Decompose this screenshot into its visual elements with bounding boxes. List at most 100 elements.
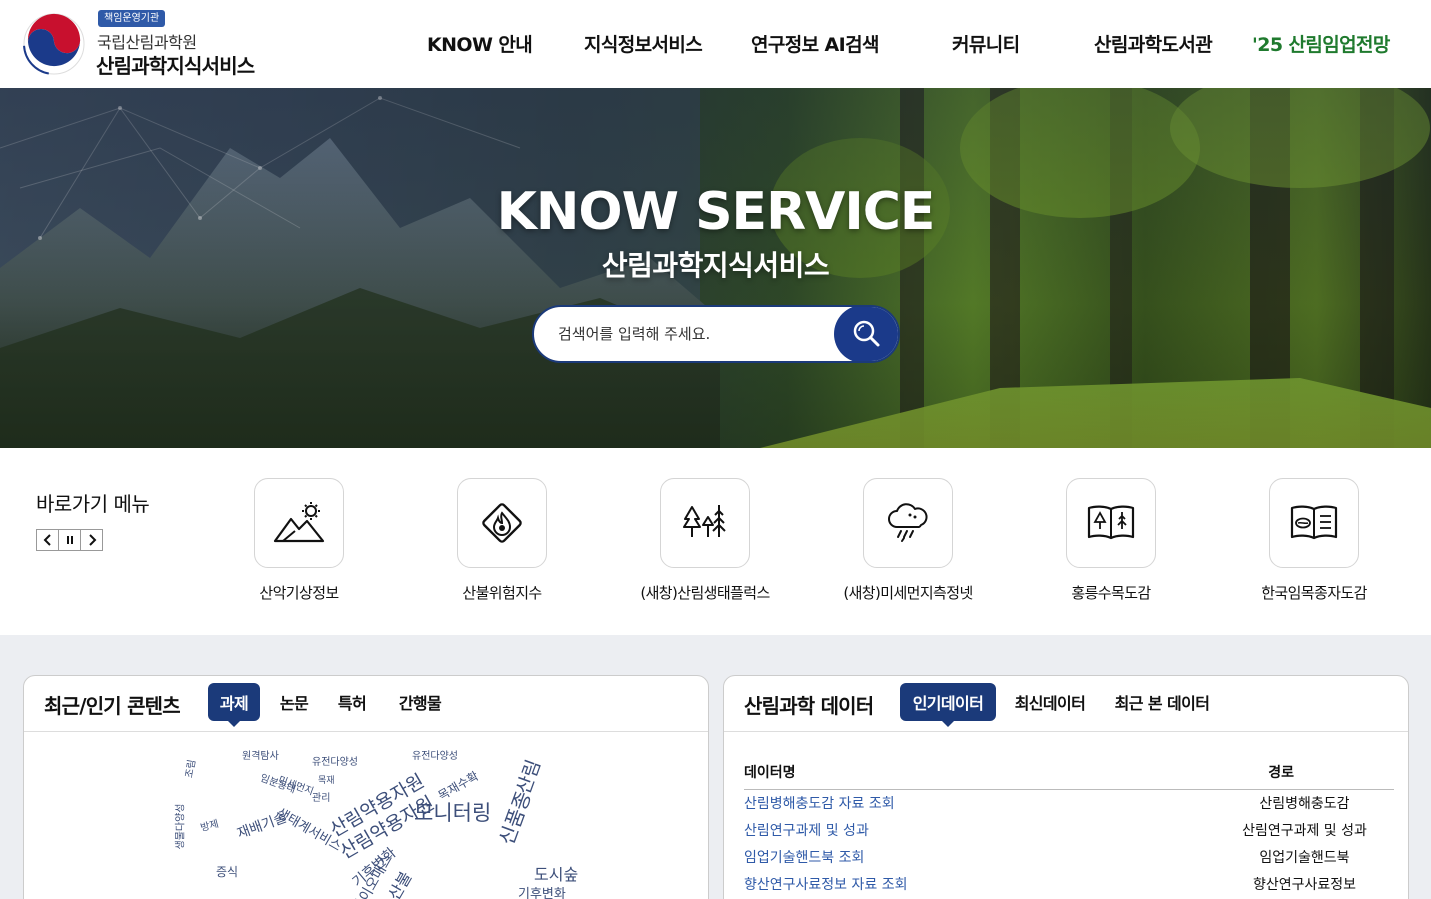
cloud-word[interactable]: 도시숲 — [534, 861, 578, 885]
tree-book-icon — [1087, 505, 1135, 540]
tab-latest-data[interactable]: 최신데이터 — [1010, 683, 1090, 721]
quick-item-label[interactable]: (새창)산림생태플럭스 — [625, 582, 785, 603]
nav-link[interactable]: 연구정보 AI검색 — [751, 30, 879, 57]
cloud-word[interactable]: 관리 — [312, 789, 330, 804]
search-icon — [853, 320, 880, 347]
cloud-word[interactable]: 원격탐사 — [242, 747, 279, 762]
table-row: 향산연구사료정보 자료 조회 향산연구사료정보 — [744, 871, 1394, 898]
table-row: 임업기술핸드북 조회 임업기술핸드북 — [744, 844, 1394, 871]
quick-item-mountain-weather[interactable]: 산악기상정보 — [219, 478, 379, 603]
quick-item-icon-box[interactable] — [457, 478, 547, 568]
search-button[interactable] — [834, 307, 898, 361]
quick-item-label[interactable]: 산악기상정보 — [219, 582, 379, 603]
panel-header: 산림과학 데이터 인기데이터 최신데이터 최근 본 데이터 — [724, 676, 1408, 732]
quick-item-label[interactable]: 산불위험지수 — [422, 582, 582, 603]
tab-paper[interactable]: 논문 — [272, 683, 316, 721]
tab-project[interactable]: 과제 — [208, 683, 260, 727]
column-header-name: 데이터명 — [744, 765, 796, 781]
panel-header: 최근/인기 콘텐츠 과제 논문 특허 간행물 — [24, 676, 708, 732]
quick-item-forest-flux[interactable]: (새창)산림생태플럭스 — [625, 478, 785, 603]
pause-button[interactable] — [58, 529, 81, 551]
cloud-word[interactable]: 모니터링 — [414, 797, 491, 827]
cloud-word[interactable]: 유전다양성 — [412, 747, 458, 762]
cloud-word[interactable]: 신품종 — [491, 787, 537, 849]
quick-menu-controls — [36, 529, 103, 551]
data-name-link[interactable]: 향산연구사료정보 자료 조회 — [744, 874, 907, 894]
data-table-header: 데이터명 경로 — [744, 762, 1394, 790]
data-path: 향산연구사료정보 — [1252, 877, 1357, 893]
logo-badge: 책임운영기관 — [98, 10, 166, 27]
table-row: 산림병해충도감 자료 조회 산림병해충도감 — [744, 790, 1394, 817]
cloud-word[interactable]: 증식 — [216, 863, 238, 880]
mountain-sun-icon — [273, 502, 325, 543]
taegeuk-logo-icon — [22, 13, 85, 75]
logo-service-name: 산림과학지식서비스 — [96, 54, 255, 78]
hero-title: KNOW SERVICE — [496, 182, 936, 242]
search-input[interactable] — [558, 307, 828, 361]
data-name-link[interactable]: 산림연구과제 및 성과 — [744, 820, 869, 840]
panel-title: 산림과학 데이터 — [744, 694, 874, 718]
quick-item-fine-dust[interactable]: (새창)미세먼지측정넷 — [828, 478, 988, 603]
quick-item-label[interactable]: 한국임목종자도감 — [1234, 582, 1394, 603]
forest-data-panel: 산림과학 데이터 인기데이터 최신데이터 최근 본 데이터 데이터명 경로 산림… — [723, 675, 1409, 899]
quick-item-label[interactable]: (새창)미세먼지측정넷 — [828, 582, 988, 603]
nav-link[interactable]: KNOW 안내 — [427, 30, 533, 57]
quick-item-hongneung-arboretum[interactable]: 홍릉수목도감 — [1031, 478, 1191, 603]
site-logo[interactable]: 책임운영기관 국립산림과학원 산림과학지식서비스 — [22, 10, 292, 78]
quick-item-icon-box[interactable] — [1066, 478, 1156, 568]
cloud-word[interactable]: 기후변화 — [518, 883, 566, 899]
nav-item-know-info[interactable]: KNOW 안내 — [427, 30, 533, 58]
tab-popular-data[interactable]: 인기데이터 — [900, 683, 996, 727]
trees-icon — [683, 505, 726, 537]
quick-menu-title: 바로가기 메뉴 — [36, 492, 150, 516]
chevron-right-icon — [88, 534, 96, 546]
nav-item-community[interactable]: 커뮤니티 — [952, 30, 1020, 58]
column-header-path: 경로 — [1268, 765, 1294, 781]
recent-popular-panel: 최근/인기 콘텐츠 과제 논문 특허 간행물 원격탐사 유전다양성 유전다양성 … — [23, 675, 709, 899]
cloud-word[interactable]: 조림 — [180, 758, 198, 779]
nav-link[interactable]: '25 산림임업전망 — [1252, 30, 1390, 57]
hero-search-box — [532, 305, 900, 363]
quick-item-icon-box[interactable] — [254, 478, 344, 568]
nav-item-knowledge-service[interactable]: 지식정보서비스 — [584, 30, 703, 58]
cloud-word[interactable]: 방제 — [198, 815, 220, 834]
next-button[interactable] — [80, 529, 103, 551]
tab-recently-viewed-data[interactable]: 최근 본 데이터 — [1112, 683, 1212, 721]
cloud-word[interactable]: 유전다양성 — [312, 753, 358, 768]
cloud-rain-icon — [888, 503, 928, 542]
nav-link[interactable]: 산림과학도서관 — [1094, 30, 1213, 57]
quick-item-seed-atlas[interactable]: 한국임목종자도감 — [1234, 478, 1394, 603]
seed-book-icon — [1290, 505, 1338, 540]
data-path: 산림연구과제 및 성과 — [1242, 823, 1367, 839]
cloud-word[interactable]: 목재 — [318, 773, 335, 786]
nav-item-forecast[interactable]: '25 산림임업전망 — [1252, 30, 1390, 58]
nav-item-ai-search[interactable]: 연구정보 AI검색 — [751, 30, 879, 58]
data-path: 임업기술핸드북 — [1259, 850, 1350, 866]
quick-menu-section: 바로가기 메뉴 산악기상정보 산불위험지수 (새창)산림생태플럭스 (새창)미세… — [0, 448, 1431, 635]
prev-button[interactable] — [36, 529, 59, 551]
table-row: 산림연구과제 및 성과 산림연구과제 및 성과 — [744, 817, 1394, 844]
panel-title: 최근/인기 콘텐츠 — [44, 694, 181, 718]
word-cloud: 원격탐사 유전다양성 유전다양성 산림약용자원 산림약용자원 모니터링 산림 신… — [24, 733, 708, 899]
data-path: 산림병해충도감 — [1259, 796, 1350, 812]
nav-item-library[interactable]: 산림과학도서관 — [1094, 30, 1213, 58]
tab-publication[interactable]: 간행물 — [390, 683, 450, 721]
pause-icon — [66, 536, 73, 544]
site-header: 책임운영기관 국립산림과학원 산림과학지식서비스 KNOW 안내 지식정보서비스… — [0, 0, 1431, 88]
quick-item-label[interactable]: 홍릉수목도감 — [1031, 582, 1191, 603]
quick-item-icon-box[interactable] — [660, 478, 750, 568]
tab-patent[interactable]: 특허 — [330, 683, 374, 721]
fire-warning-icon — [482, 503, 522, 543]
hero-subtitle: 산림과학지식서비스 — [601, 249, 830, 282]
quick-item-fire-risk[interactable]: 산불위험지수 — [422, 478, 582, 603]
cloud-word[interactable]: 생물다양성 — [172, 804, 187, 850]
hero-banner: KNOW SERVICE 산림과학지식서비스 — [0, 88, 1431, 448]
quick-item-icon-box[interactable] — [1269, 478, 1359, 568]
data-name-link[interactable]: 임업기술핸드북 조회 — [744, 847, 864, 867]
quick-item-icon-box[interactable] — [863, 478, 953, 568]
nav-link[interactable]: 커뮤니티 — [952, 30, 1020, 57]
chevron-left-icon — [43, 534, 51, 546]
cloud-word[interactable]: 임분동태 — [259, 769, 299, 796]
data-name-link[interactable]: 산림병해충도감 자료 조회 — [744, 793, 895, 813]
nav-link[interactable]: 지식정보서비스 — [584, 30, 703, 57]
